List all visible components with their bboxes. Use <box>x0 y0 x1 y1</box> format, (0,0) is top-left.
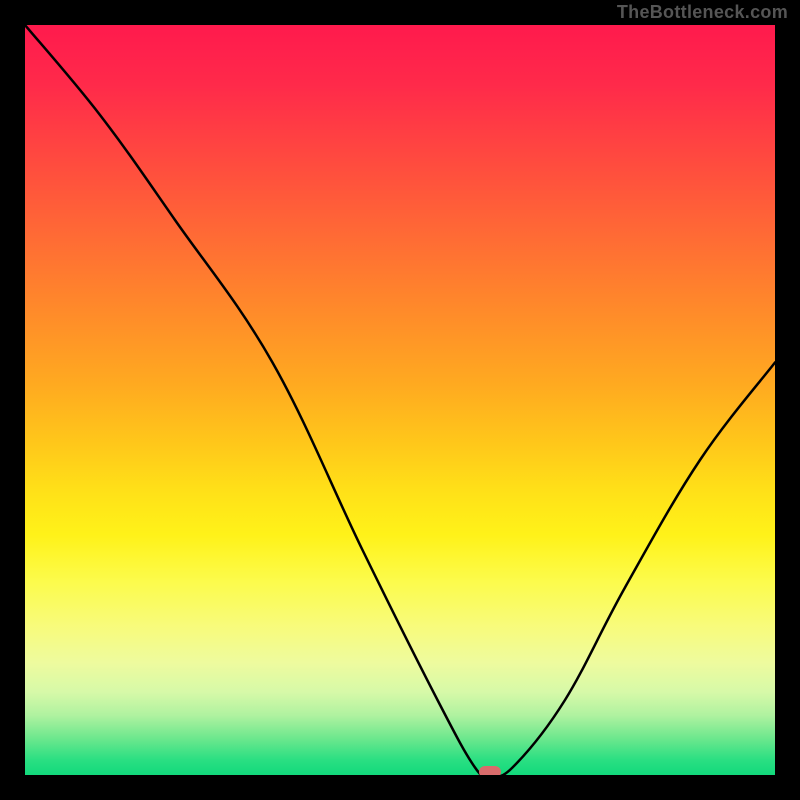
bottleneck-curve <box>25 25 775 775</box>
curve-path <box>25 25 775 775</box>
watermark-text: TheBottleneck.com <box>617 2 788 23</box>
chart-frame: TheBottleneck.com <box>0 0 800 800</box>
optimum-marker <box>479 766 501 775</box>
plot-area <box>25 25 775 775</box>
